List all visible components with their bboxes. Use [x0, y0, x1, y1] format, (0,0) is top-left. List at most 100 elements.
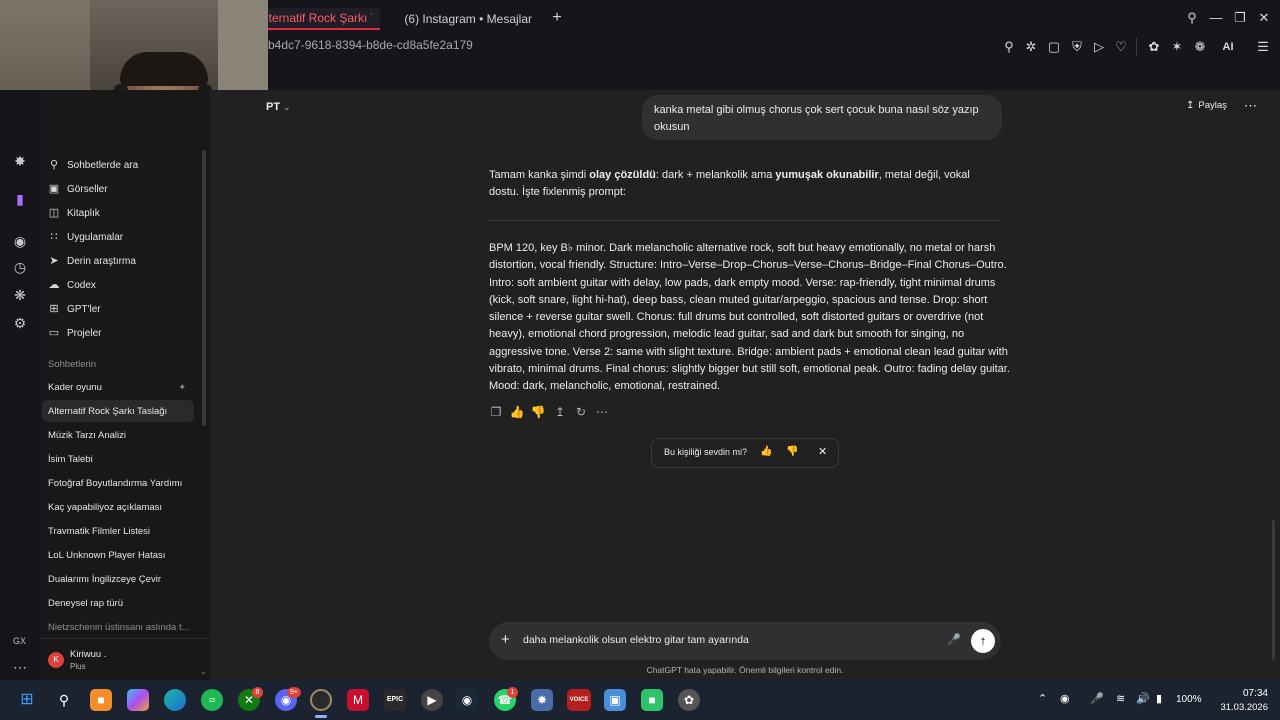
ai-icon[interactable]: AI — [1214, 38, 1242, 56]
extension-icon[interactable]: ✿ — [1145, 38, 1163, 56]
extension3-icon[interactable]: ❁ — [1191, 38, 1209, 56]
edge-icon[interactable] — [164, 689, 186, 711]
chat-item[interactable]: Travmatik Filmler Listesi — [42, 520, 194, 542]
sidebar-scrollbar[interactable] — [202, 150, 206, 426]
thumbs-down-icon[interactable]: 👎 — [786, 446, 798, 457]
chat-item-label: Fotoğraf Boyutlandırma Yardımı — [48, 477, 183, 489]
photos-icon[interactable]: ▣ — [604, 689, 626, 711]
intro-text: : dark + melankolik ama — [655, 169, 776, 181]
send-button[interactable]: ↑ — [971, 629, 995, 653]
chat-item[interactable]: Kader oyunu ✦ — [42, 376, 194, 398]
brave-icon[interactable]: ■ — [90, 689, 112, 711]
copilot-icon[interactable] — [127, 689, 149, 711]
chat-item-label: Kaç yapabiliyoz açıklaması — [48, 501, 163, 513]
opera-gx-icon[interactable] — [310, 689, 332, 711]
arrow-up-icon: ↑ — [979, 633, 987, 648]
chat-item-active[interactable]: Alternatif Rock Şarkı Taslağı — [42, 400, 194, 422]
battery-icon[interactable]: ▮ — [1156, 692, 1162, 705]
app2-icon[interactable]: ■ — [641, 689, 663, 711]
microphone-icon[interactable]: 🎤 — [1090, 692, 1104, 705]
chat-item[interactable]: Müzik Tarzı Analizi — [42, 424, 194, 446]
app3-icon[interactable]: ✿ — [678, 689, 700, 711]
sidebar-item-images[interactable]: ▣ Görseller — [48, 178, 108, 200]
sidebar-item-search[interactable]: ⚲ Sohbetlerde ara — [48, 154, 138, 176]
epic-games-icon[interactable]: EPIC — [384, 689, 406, 711]
sidebar-item-label: GPT'ler — [67, 303, 101, 315]
sidebar-item-gpts[interactable]: ⊞ GPT'ler — [48, 298, 101, 320]
sidebar-item-projects[interactable]: ▭ Projeler — [48, 322, 102, 344]
play-icon[interactable]: ▷ — [1090, 38, 1108, 56]
new-tab-button[interactable]: + — [548, 9, 566, 27]
aria-icon[interactable]: ✸ — [11, 152, 29, 170]
twitch-icon[interactable]: ▮ — [11, 190, 29, 208]
message-input[interactable]: daha melankolik olsun elektro gitar tam … — [523, 634, 749, 646]
share-icon[interactable]: ↥ — [552, 404, 568, 420]
zoom-icon[interactable]: ⚲ — [1000, 38, 1018, 56]
close-window-icon[interactable]: ✕ — [1255, 9, 1273, 27]
active-app-indicator — [315, 715, 327, 718]
thumbs-up-icon[interactable]: 👍 — [509, 404, 525, 420]
snapshot-icon[interactable]: ▢ — [1045, 38, 1063, 56]
spotify-icon[interactable]: ◉ — [11, 232, 29, 250]
chevron-up-icon[interactable]: ⌃ — [1038, 692, 1047, 705]
sidebar-item-codex[interactable]: ☁ Codex — [48, 274, 96, 296]
volume-icon[interactable]: 🔊 — [1136, 692, 1150, 705]
user-profile[interactable]: K Kiriwuu . Plus ⌄ — [40, 638, 210, 680]
settings-icon[interactable]: ⚙ — [11, 314, 29, 332]
chat-item[interactable]: İsim Talebi — [42, 448, 194, 470]
main-scrollbar[interactable] — [1272, 520, 1275, 660]
media-player-icon[interactable]: ▶ — [421, 689, 443, 711]
search-icon[interactable]: ⚲ — [53, 689, 75, 711]
more-options-icon[interactable]: ⋯ — [1244, 98, 1257, 114]
chat-item[interactable]: Fotoğraf Boyutlandırma Yardımı — [42, 472, 194, 494]
chat-item[interactable]: LoL Unknown Player Hatası — [42, 544, 194, 566]
intro-bold: olay çözüldü — [589, 169, 656, 181]
mcafee-icon[interactable]: M — [347, 689, 369, 711]
microphone-icon[interactable]: 🎤 — [947, 633, 961, 646]
clock-time[interactable]: 07:34 — [1214, 688, 1268, 699]
sidebar-item-apps[interactable]: ∷ Uygulamalar — [48, 226, 124, 248]
close-icon[interactable]: ✕ — [818, 445, 827, 458]
shield-icon[interactable]: ⛨ — [1068, 38, 1086, 56]
maximize-icon[interactable]: ❐ — [1231, 9, 1249, 27]
tab-alternatif-rock[interactable]: lternatif Rock Şarkı Tasla — [258, 8, 380, 30]
share-button[interactable]: ↥ Paylaş — [1186, 100, 1227, 111]
sidebar-item-research[interactable]: ➤ Derin araştırma — [48, 250, 136, 272]
clock-date[interactable]: 31.03.2026 — [1206, 702, 1268, 713]
chat-item[interactable]: Deneysel rap türü — [42, 592, 194, 614]
spotify-icon[interactable]: ≈ — [201, 689, 223, 711]
tab-instagram[interactable]: (6) Instagram • Mesajlar — [390, 8, 540, 30]
chat-item[interactable]: Dualarımı İngilizceye Çevir — [42, 568, 194, 590]
heart-icon[interactable]: ♡ — [1112, 38, 1130, 56]
assistant-prompt-text: BPM 120, key B♭ minor. Dark melancholic … — [489, 242, 1010, 393]
plus-icon[interactable]: + — [501, 631, 510, 648]
minimize-icon[interactable]: — — [1207, 9, 1225, 27]
sidebar-item-label: Codex — [67, 279, 96, 291]
steam-icon[interactable]: ◉ — [456, 689, 478, 711]
model-selector[interactable]: PT ⌄ — [266, 101, 291, 113]
voicemeeter-icon[interactable]: VOICE — [567, 689, 591, 711]
address-bar[interactable]: cb4dc7-9618-8394-b8de-cd8a5fe2a179 — [262, 38, 473, 52]
windows-icon[interactable]: ⊞ — [16, 689, 38, 711]
extension2-icon[interactable]: ✶ — [1168, 38, 1186, 56]
chat-item[interactable]: Kaç yapabiliyoz açıklaması — [42, 496, 194, 518]
history-icon[interactable]: ◷ — [11, 258, 29, 276]
thumbs-down-icon[interactable]: 👎 — [530, 404, 546, 420]
wifi-icon[interactable]: ≋ — [1116, 692, 1125, 705]
chat-item[interactable]: Nietzschenin üstinsanı aslında t... — [42, 616, 194, 638]
extensions-icon[interactable]: ❋ — [11, 286, 29, 304]
copy-icon[interactable]: ❐ — [488, 404, 504, 420]
more-icon[interactable]: ⋯ — [594, 404, 610, 420]
app-icon[interactable]: ✸ — [531, 689, 553, 711]
menu-icon[interactable]: ☰ — [1254, 38, 1272, 56]
epic-label: EPIC — [386, 696, 404, 703]
regenerate-icon[interactable]: ↻ — [573, 404, 589, 420]
user-message-text: kanka metal gibi olmuş chorus çok sert ç… — [654, 104, 979, 133]
thumbs-up-icon[interactable]: 👍 — [760, 446, 772, 457]
more-icon[interactable]: ⋯ — [11, 658, 29, 676]
steam-tray-icon[interactable]: ◉ — [1060, 692, 1070, 705]
sidebar-item-library[interactable]: ◫ Kitaplık — [48, 202, 100, 224]
pin-icon[interactable]: ✲ — [1022, 38, 1040, 56]
share-icon: ↥ — [1186, 100, 1195, 111]
search-tabs-icon[interactable]: ⚲ — [1183, 9, 1201, 27]
